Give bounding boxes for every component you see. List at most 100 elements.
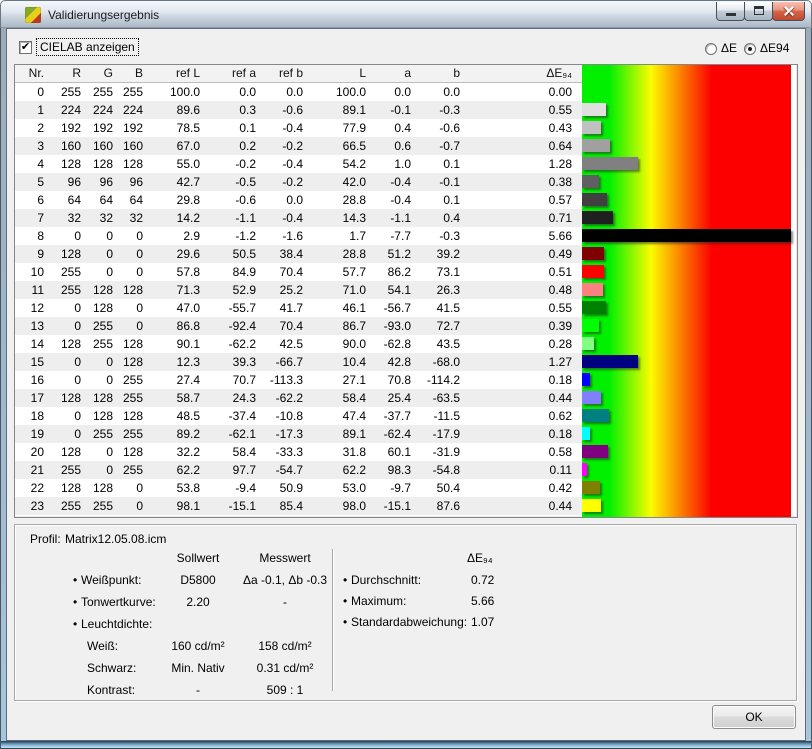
table-cell: 38.4 xyxy=(259,245,306,263)
title-bar[interactable]: Validierungsergebnis xyxy=(0,0,812,28)
table-cell: 12 xyxy=(15,299,47,317)
table-cell: 128 xyxy=(47,155,84,173)
delta-bar xyxy=(582,337,594,350)
table-row[interactable]: 122422422489.60.3-0.689.1-0.1-0.30.55 xyxy=(15,101,582,119)
table-cell: -93.0 xyxy=(369,317,414,335)
table-cell: 0 xyxy=(84,461,116,479)
table-cell: 28.8 xyxy=(306,191,369,209)
table-row[interactable]: 160025527.470.7-113.327.170.8-114.20.18 xyxy=(15,371,582,389)
radio-delta-e-label[interactable]: ΔE xyxy=(721,41,737,55)
radio-delta-e94-label[interactable]: ΔE94 xyxy=(760,41,789,55)
table-cell: 100.0 xyxy=(146,83,203,101)
table-cell: 255 xyxy=(116,425,146,443)
table-cell: 255 xyxy=(84,317,116,335)
table-row[interactable]: 219219219278.50.1-0.477.90.4-0.60.43 xyxy=(15,119,582,137)
table-cell: 70.7 xyxy=(203,371,259,389)
table-cell: 14.2 xyxy=(146,209,203,227)
table-row[interactable]: 0255255255100.00.00.0100.00.00.00.00 xyxy=(15,83,582,101)
table-row[interactable]: 19025525589.2-62.1-17.389.1-62.4-17.90.1… xyxy=(15,425,582,443)
table-row[interactable]: 412812812855.0-0.2-0.454.21.00.11.28 xyxy=(15,155,582,173)
table-row[interactable]: 23255255098.1-15.185.498.0-15.187.60.44 xyxy=(15,497,582,515)
delta-bar xyxy=(582,229,791,242)
checkmark-icon: ✔ xyxy=(21,41,30,53)
window-border-bottom xyxy=(0,741,812,749)
radio-delta-e[interactable] xyxy=(705,43,717,55)
table-cell: 54.2 xyxy=(306,155,369,173)
table-cell: -17.3 xyxy=(259,425,306,443)
delta-bar xyxy=(582,463,587,476)
table-row[interactable]: 150012812.339.3-66.710.442.8-68.01.27 xyxy=(15,353,582,371)
table-row[interactable]: 596969642.7-0.5-0.242.0-0.4-0.10.38 xyxy=(15,173,582,191)
messwert-value: 509 : 1 xyxy=(230,683,340,697)
table-cell: 1.0 xyxy=(369,155,414,173)
table-cell: -1.1 xyxy=(369,209,414,227)
table-cell: -0.7 xyxy=(414,137,463,155)
table-cell: 62.2 xyxy=(146,461,203,479)
table-cell: 0 xyxy=(84,227,116,245)
table-cell: 89.2 xyxy=(146,425,203,443)
delta-bar xyxy=(582,157,638,170)
table-row[interactable]: 80002.9-1.2-1.61.7-7.7-0.35.66 xyxy=(15,227,582,245)
stats-label: Standardabweichung: xyxy=(351,615,467,629)
table-row[interactable]: 91280029.650.538.428.851.239.20.49 xyxy=(15,245,582,263)
table-row[interactable]: 1412825512890.1-62.242.590.0-62.843.50.2… xyxy=(15,335,582,353)
table-cell: 12.3 xyxy=(146,353,203,371)
table-cell: 89.1 xyxy=(306,101,369,119)
table-cell: -10.8 xyxy=(259,407,306,425)
table-cell: 0 xyxy=(116,497,146,515)
table-row[interactable]: 316016016067.00.2-0.266.50.6-0.70.64 xyxy=(15,137,582,155)
table-cell: 50.9 xyxy=(259,479,306,497)
table-cell: 52.9 xyxy=(203,281,259,299)
delta-bar xyxy=(582,211,613,224)
table-cell: 2 xyxy=(15,119,47,137)
table-cell: 255 xyxy=(116,83,146,101)
table-row[interactable]: 130255086.8-92.470.486.7-93.072.70.39 xyxy=(15,317,582,335)
cielab-checkbox[interactable]: ✔ xyxy=(19,41,32,54)
cielab-checkbox-label[interactable]: CIELAB anzeigen xyxy=(36,38,139,56)
table-cell: 0.0 xyxy=(259,83,306,101)
table-cell: 100.0 xyxy=(306,83,369,101)
table-cell: -0.4 xyxy=(259,119,306,137)
radio-delta-e94[interactable] xyxy=(744,43,756,55)
stats-row: •Durchschnitt:0.72 xyxy=(15,573,796,591)
table-cell: 0.43 xyxy=(463,119,575,137)
table-row[interactable]: 1712812825558.724.3-62.258.425.4-63.50.4… xyxy=(15,389,582,407)
close-button[interactable] xyxy=(772,2,805,21)
table-row[interactable]: 21255025562.297.7-54.762.298.3-54.80.11 xyxy=(15,461,582,479)
table-row[interactable]: 664646429.8-0.60.028.8-0.40.10.57 xyxy=(15,191,582,209)
table-cell: 85.4 xyxy=(259,497,306,515)
table-cell: 0.0 xyxy=(259,191,306,209)
ok-button[interactable]: OK xyxy=(712,705,796,729)
table-row[interactable]: 20128012832.258.4-33.331.860.1-31.90.58 xyxy=(15,443,582,461)
maximize-button[interactable] xyxy=(744,2,773,21)
table-cell: 128 xyxy=(84,407,116,425)
table-cell: 0.00 xyxy=(463,83,575,101)
table-row[interactable]: 102550057.884.970.457.786.273.10.51 xyxy=(15,263,582,281)
de94-column-header: ΔE₉₄ xyxy=(467,551,493,565)
table-row[interactable]: 18012812848.5-37.4-10.847.4-37.7-11.50.6… xyxy=(15,407,582,425)
table-cell: 255 xyxy=(47,83,84,101)
table-row[interactable]: 1125512812871.352.925.271.054.126.30.48 xyxy=(15,281,582,299)
table-cell: 13 xyxy=(15,317,47,335)
table-row[interactable]: 732323214.2-1.1-0.414.3-1.10.40.71 xyxy=(15,209,582,227)
table-cell: 0.44 xyxy=(463,497,575,515)
table-cell: 0 xyxy=(84,263,116,281)
table-cell: 96 xyxy=(116,173,146,191)
table-cell: 96 xyxy=(47,173,84,191)
minimize-button[interactable] xyxy=(716,2,745,21)
table-cell: 86.7 xyxy=(306,317,369,335)
table-cell: 47.4 xyxy=(306,407,369,425)
stats-row: •Standardabweichung:1.07 xyxy=(15,615,796,633)
table-cell: 53.0 xyxy=(306,479,369,497)
table-cell: 27.4 xyxy=(146,371,203,389)
stats-row: Weiß:160 cd/m²158 cd/m² xyxy=(15,639,796,657)
table-cell: -0.3 xyxy=(414,101,463,119)
table-row[interactable]: 22128128053.8-9.450.953.0-9.750.40.42 xyxy=(15,479,582,497)
delta-bar xyxy=(582,499,601,512)
table-row[interactable]: 120128047.0-55.741.746.1-56.741.50.55 xyxy=(15,299,582,317)
table-cell: 25.4 xyxy=(369,389,414,407)
table-cell: 20 xyxy=(15,443,47,461)
table-cell: 55.0 xyxy=(146,155,203,173)
table-cell: -1.1 xyxy=(203,209,259,227)
table-cell: 1.7 xyxy=(306,227,369,245)
